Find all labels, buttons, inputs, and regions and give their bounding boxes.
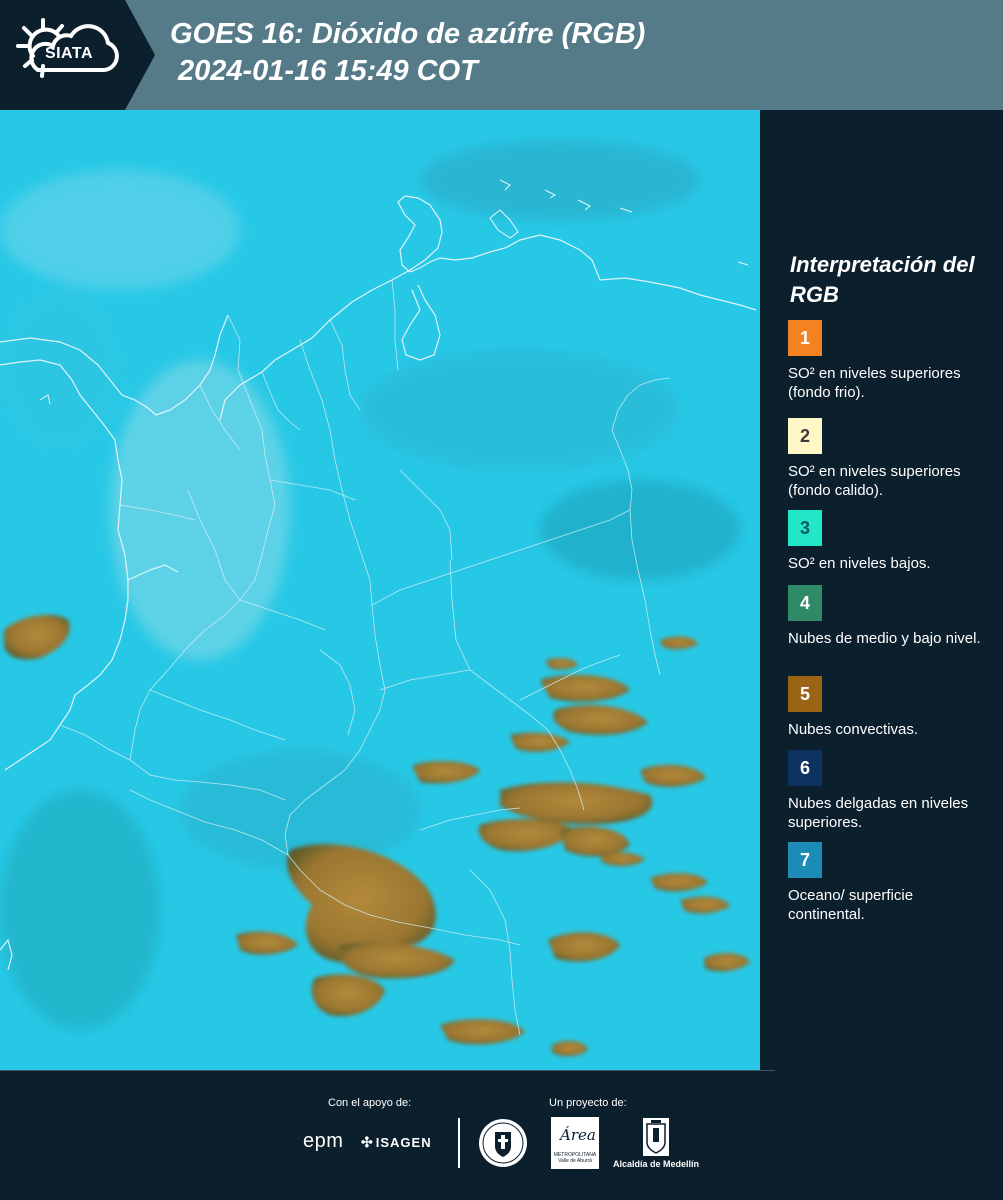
footer-top-divider	[0, 1070, 775, 1071]
medellin-seal-icon	[479, 1119, 527, 1167]
legend-label-4: Nubes de medio y bajo nivel.	[788, 630, 981, 647]
legend-swatch-7: 7	[788, 842, 822, 878]
legend-item-3: 3 SO² en niveles bajos.	[788, 510, 993, 573]
legend-number-6: 6	[799, 757, 810, 778]
legend-label-2: SO² en niveles superiores (fondo calido)…	[788, 463, 961, 499]
legend-number-7: 7	[799, 849, 810, 870]
legend-swatch-5: 5	[788, 676, 822, 712]
legend-swatch-3: 3	[788, 510, 822, 546]
legend-item-1: 1 SO² en niveles superiores (fondo frio)…	[788, 320, 993, 402]
legend-swatch-1: 1	[788, 320, 822, 356]
project-label: Un proyecto de:	[549, 1097, 627, 1109]
legend-number-4: 4	[799, 592, 810, 613]
legend-swatch-2: 2	[788, 418, 822, 454]
legend-number-2: 2	[799, 425, 810, 446]
legend-label-1: SO² en niveles superiores (fondo frio).	[788, 365, 961, 401]
legend-label-6: Nubes delgadas en niveles superiores.	[788, 795, 969, 831]
epm-logo-text: epm	[303, 1130, 344, 1152]
legend-panel: Interpretación del RGB 1 SO² en niveles …	[760, 110, 1003, 1070]
header-bar: SIATA GOES 16: Dióxido de azúfre (RGB) 2…	[0, 0, 1003, 110]
support-label: Con el apoyo de:	[328, 1097, 412, 1109]
logo-panel: SIATA	[0, 0, 155, 110]
alcaldia-crest-icon	[643, 1118, 669, 1156]
legend-number-1: 1	[799, 327, 810, 348]
satellite-map	[0, 110, 760, 1070]
alcaldia-label: Alcaldía de Medellín	[613, 1159, 700, 1169]
legend-number-3: 3	[799, 517, 810, 538]
siata-logo-text: SIATA	[44, 45, 94, 62]
legend-item-2: 2 SO² en niveles superiores (fondo calid…	[788, 418, 993, 500]
legend-number-5: 5	[799, 683, 810, 704]
legend-item-6: 6 Nubes delgadas en niveles superiores.	[788, 750, 993, 832]
area-metropolitana-word: Área	[560, 1126, 596, 1144]
timestamp-title: 2024-01-16 15:49 COT	[178, 55, 478, 87]
isagen-logo: ✣ ISAGEN	[361, 1134, 432, 1151]
isagen-mark-icon: ✣	[361, 1134, 373, 1150]
legend-swatch-6: 6	[788, 750, 822, 786]
epm-logo: epm	[303, 1130, 343, 1153]
footer: Con el apoyo de: Un proyecto de: epm ✣ IS…	[0, 1070, 1003, 1200]
isagen-logo-text: ISAGEN	[375, 1135, 432, 1150]
legend-label-7: Oceano/ superficie continental.	[788, 887, 914, 923]
area-metropolitana-subtitle: METROPOLITANA Valle de Aburrá	[553, 1152, 597, 1164]
page-title: GOES 16: Dióxido de azúfre (RGB)	[170, 18, 646, 50]
legend-item-7: 7 Oceano/ superficie continental.	[788, 842, 993, 924]
legend-item-4: 4 Nubes de medio y bajo nivel.	[788, 585, 993, 648]
footer-divider	[458, 1118, 460, 1168]
legend-label-3: SO² en niveles bajos.	[788, 555, 931, 572]
legend-swatch-4: 4	[788, 585, 822, 621]
legend-label-5: Nubes convectivas.	[788, 721, 919, 738]
legend-item-5: 5 Nubes convectivas.	[788, 676, 993, 739]
legend-title: Interpretación del RGB	[790, 252, 975, 307]
